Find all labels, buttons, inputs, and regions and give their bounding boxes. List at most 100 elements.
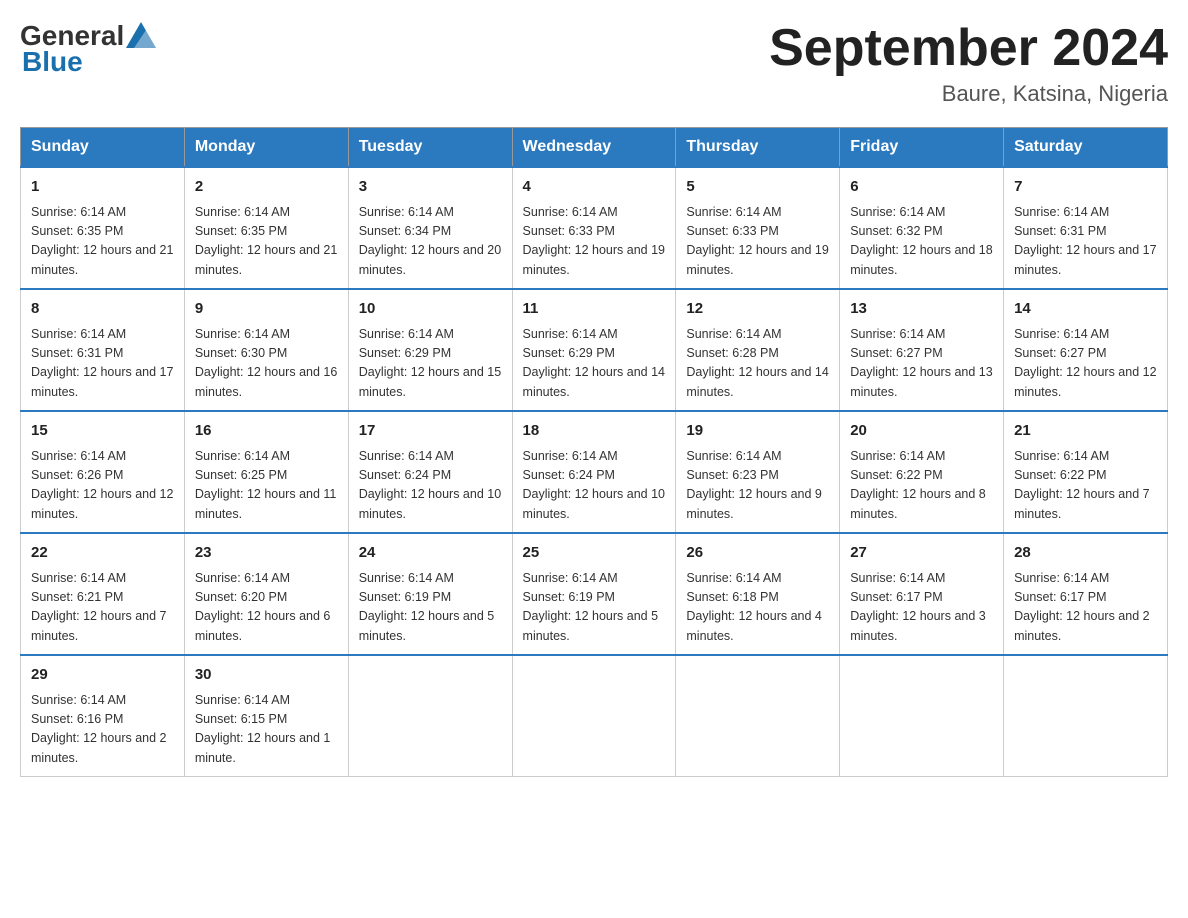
calendar-header-thursday: Thursday [676,128,840,168]
day-number: 24 [359,542,502,565]
day-info: Sunrise: 6:14 AMSunset: 6:35 PMDaylight:… [31,203,174,281]
calendar-header-friday: Friday [840,128,1004,168]
day-info: Sunrise: 6:14 AMSunset: 6:31 PMDaylight:… [1014,203,1157,281]
day-number: 5 [686,176,829,199]
logo-icon [126,22,156,48]
calendar-day-cell [1004,655,1168,777]
calendar-week-row: 22 Sunrise: 6:14 AMSunset: 6:21 PMDayligh… [21,533,1168,655]
day-info: Sunrise: 6:14 AMSunset: 6:20 PMDaylight:… [195,569,338,647]
calendar-day-cell: 7 Sunrise: 6:14 AMSunset: 6:31 PMDaylight… [1004,167,1168,289]
day-number: 25 [523,542,666,565]
day-number: 17 [359,420,502,443]
calendar-day-cell [676,655,840,777]
day-info: Sunrise: 6:14 AMSunset: 6:22 PMDaylight:… [850,447,993,525]
calendar-day-cell [348,655,512,777]
calendar-day-cell: 30 Sunrise: 6:14 AMSunset: 6:15 PMDayligh… [184,655,348,777]
day-info: Sunrise: 6:14 AMSunset: 6:15 PMDaylight:… [195,691,338,769]
day-number: 4 [523,176,666,199]
day-number: 12 [686,298,829,321]
day-number: 26 [686,542,829,565]
page-header: General Blue September 2024 Baure, Katsi… [20,20,1168,107]
calendar-day-cell: 22 Sunrise: 6:14 AMSunset: 6:21 PMDayligh… [21,533,185,655]
day-number: 19 [686,420,829,443]
day-number: 3 [359,176,502,199]
subtitle: Baure, Katsina, Nigeria [769,81,1168,107]
day-info: Sunrise: 6:14 AMSunset: 6:19 PMDaylight:… [359,569,502,647]
calendar-day-cell: 26 Sunrise: 6:14 AMSunset: 6:18 PMDayligh… [676,533,840,655]
day-number: 22 [31,542,174,565]
day-number: 2 [195,176,338,199]
calendar-header-wednesday: Wednesday [512,128,676,168]
day-info: Sunrise: 6:14 AMSunset: 6:25 PMDaylight:… [195,447,338,525]
calendar-day-cell: 12 Sunrise: 6:14 AMSunset: 6:28 PMDayligh… [676,289,840,411]
calendar-header-tuesday: Tuesday [348,128,512,168]
day-info: Sunrise: 6:14 AMSunset: 6:30 PMDaylight:… [195,325,338,403]
day-number: 11 [523,298,666,321]
day-info: Sunrise: 6:14 AMSunset: 6:19 PMDaylight:… [523,569,666,647]
calendar-day-cell [840,655,1004,777]
day-info: Sunrise: 6:14 AMSunset: 6:17 PMDaylight:… [1014,569,1157,647]
calendar-day-cell: 13 Sunrise: 6:14 AMSunset: 6:27 PMDayligh… [840,289,1004,411]
calendar-week-row: 1 Sunrise: 6:14 AMSunset: 6:35 PMDaylight… [21,167,1168,289]
day-number: 8 [31,298,174,321]
calendar-header-monday: Monday [184,128,348,168]
calendar-day-cell: 1 Sunrise: 6:14 AMSunset: 6:35 PMDaylight… [21,167,185,289]
calendar-header-row: SundayMondayTuesdayWednesdayThursdayFrid… [21,128,1168,168]
calendar-day-cell: 3Sunrise: 6:14 AMSunset: 6:34 PMDaylight… [348,167,512,289]
calendar-day-cell: 23 Sunrise: 6:14 AMSunset: 6:20 PMDayligh… [184,533,348,655]
calendar-day-cell: 6Sunrise: 6:14 AMSunset: 6:32 PMDaylight… [840,167,1004,289]
calendar-day-cell: 25 Sunrise: 6:14 AMSunset: 6:19 PMDayligh… [512,533,676,655]
day-number: 20 [850,420,993,443]
calendar-week-row: 29 Sunrise: 6:14 AMSunset: 6:16 PMDayligh… [21,655,1168,777]
calendar-day-cell: 20 Sunrise: 6:14 AMSunset: 6:22 PMDayligh… [840,411,1004,533]
day-info: Sunrise: 6:14 AMSunset: 6:31 PMDaylight:… [31,325,174,403]
day-number: 6 [850,176,993,199]
day-number: 10 [359,298,502,321]
day-info: Sunrise: 6:14 AMSunset: 6:27 PMDaylight:… [850,325,993,403]
day-number: 28 [1014,542,1157,565]
day-number: 15 [31,420,174,443]
calendar-day-cell: 15 Sunrise: 6:14 AMSunset: 6:26 PMDayligh… [21,411,185,533]
day-info: Sunrise: 6:14 AMSunset: 6:18 PMDaylight:… [686,569,829,647]
day-number: 23 [195,542,338,565]
calendar-day-cell: 14Sunrise: 6:14 AMSunset: 6:27 PMDayligh… [1004,289,1168,411]
calendar-day-cell: 24 Sunrise: 6:14 AMSunset: 6:19 PMDayligh… [348,533,512,655]
calendar-week-row: 8 Sunrise: 6:14 AMSunset: 6:31 PMDaylight… [21,289,1168,411]
calendar-day-cell: 8 Sunrise: 6:14 AMSunset: 6:31 PMDaylight… [21,289,185,411]
calendar-day-cell: 29 Sunrise: 6:14 AMSunset: 6:16 PMDayligh… [21,655,185,777]
day-info: Sunrise: 6:14 AMSunset: 6:27 PMDaylight:… [1014,325,1157,403]
day-number: 29 [31,664,174,687]
day-number: 16 [195,420,338,443]
day-info: Sunrise: 6:14 AMSunset: 6:17 PMDaylight:… [850,569,993,647]
day-number: 30 [195,664,338,687]
calendar-day-cell: 9Sunrise: 6:14 AMSunset: 6:30 PMDaylight… [184,289,348,411]
calendar-week-row: 15 Sunrise: 6:14 AMSunset: 6:26 PMDayligh… [21,411,1168,533]
main-title: September 2024 [769,20,1168,77]
day-info: Sunrise: 6:14 AMSunset: 6:16 PMDaylight:… [31,691,174,769]
day-info: Sunrise: 6:14 AMSunset: 6:24 PMDaylight:… [523,447,666,525]
day-info: Sunrise: 6:14 AMSunset: 6:29 PMDaylight:… [359,325,502,403]
day-info: Sunrise: 6:14 AMSunset: 6:29 PMDaylight:… [523,325,666,403]
day-number: 27 [850,542,993,565]
day-number: 18 [523,420,666,443]
day-info: Sunrise: 6:14 AMSunset: 6:21 PMDaylight:… [31,569,174,647]
calendar-day-cell: 10 Sunrise: 6:14 AMSunset: 6:29 PMDayligh… [348,289,512,411]
calendar-day-cell: 21Sunrise: 6:14 AMSunset: 6:22 PMDayligh… [1004,411,1168,533]
logo: General Blue [20,20,156,78]
calendar-day-cell: 19 Sunrise: 6:14 AMSunset: 6:23 PMDayligh… [676,411,840,533]
day-info: Sunrise: 6:14 AMSunset: 6:28 PMDaylight:… [686,325,829,403]
day-number: 13 [850,298,993,321]
day-info: Sunrise: 6:14 AMSunset: 6:23 PMDaylight:… [686,447,829,525]
day-number: 21 [1014,420,1157,443]
day-number: 7 [1014,176,1157,199]
calendar-day-cell [512,655,676,777]
day-number: 1 [31,176,174,199]
day-info: Sunrise: 6:14 AMSunset: 6:35 PMDaylight:… [195,203,338,281]
calendar-header-sunday: Sunday [21,128,185,168]
calendar-table: SundayMondayTuesdayWednesdayThursdayFrid… [20,127,1168,777]
calendar-day-cell: 28 Sunrise: 6:14 AMSunset: 6:17 PMDayligh… [1004,533,1168,655]
day-info: Sunrise: 6:14 AMSunset: 6:24 PMDaylight:… [359,447,502,525]
day-info: Sunrise: 6:14 AMSunset: 6:33 PMDaylight:… [523,203,666,281]
calendar-header-saturday: Saturday [1004,128,1168,168]
day-info: Sunrise: 6:14 AMSunset: 6:26 PMDaylight:… [31,447,174,525]
